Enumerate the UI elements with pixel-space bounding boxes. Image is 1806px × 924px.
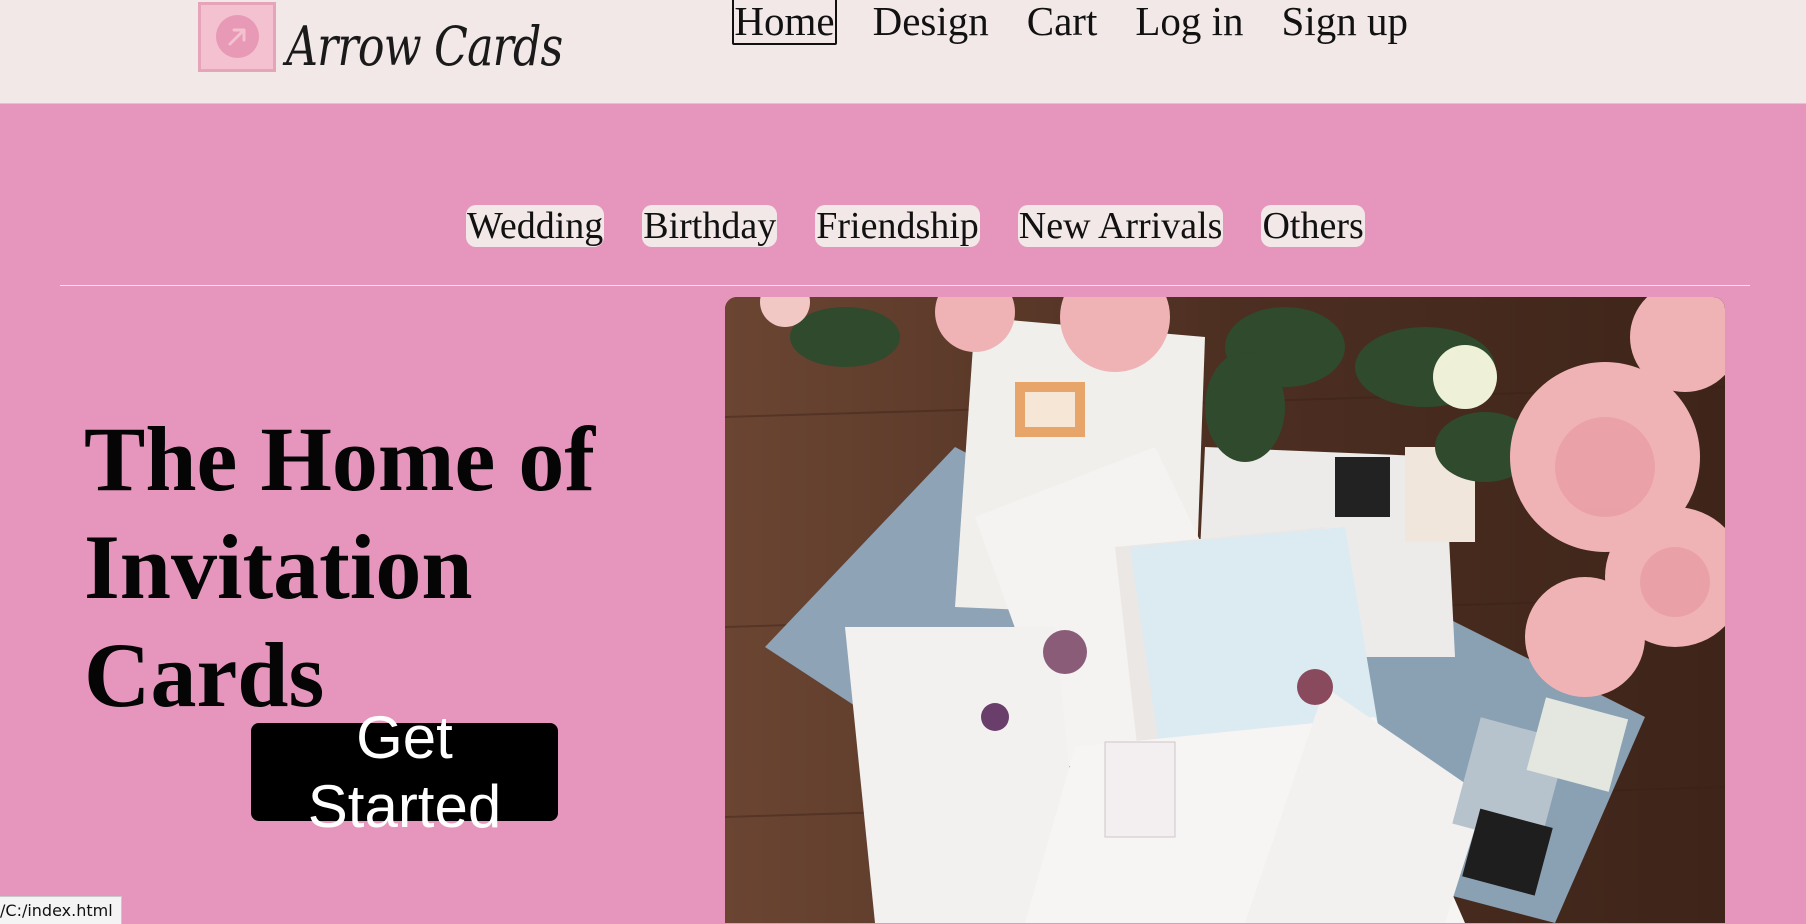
nav-login[interactable]: Log in [1133, 0, 1245, 45]
envelopes-and-roses-photo [725, 297, 1725, 923]
hero-headline: The Home of Invitation Cards [84, 408, 596, 726]
category-new-arrivals[interactable]: New Arrivals [1017, 205, 1224, 247]
category-filter-bar: Wedding Birthday Friendship New Arrivals… [466, 205, 1365, 247]
nav-design[interactable]: Design [871, 0, 991, 45]
main-nav: Home Design Cart Log in Sign up [732, 0, 1410, 46]
nav-cart[interactable]: Cart [1025, 0, 1100, 45]
get-started-button[interactable]: Get Started [251, 704, 558, 840]
logo-icon-box [198, 2, 276, 72]
brand-logo[interactable]: Arrow Cards [198, 2, 623, 78]
hero-image [725, 297, 1725, 923]
browser-status-url: /C:/index.html [0, 896, 122, 924]
category-friendship[interactable]: Friendship [815, 205, 980, 247]
nav-home[interactable]: Home [732, 0, 837, 46]
brand-name: Arrow Cards [286, 15, 563, 78]
category-birthday[interactable]: Birthday [642, 205, 778, 247]
arrow-up-right-icon [228, 28, 246, 46]
top-navbar: Arrow Cards Home Design Cart Log in Sign… [0, 0, 1806, 104]
category-others[interactable]: Others [1261, 205, 1365, 247]
category-wedding[interactable]: Wedding [466, 205, 605, 247]
nav-signup[interactable]: Sign up [1280, 0, 1410, 45]
section-divider [60, 285, 1750, 286]
